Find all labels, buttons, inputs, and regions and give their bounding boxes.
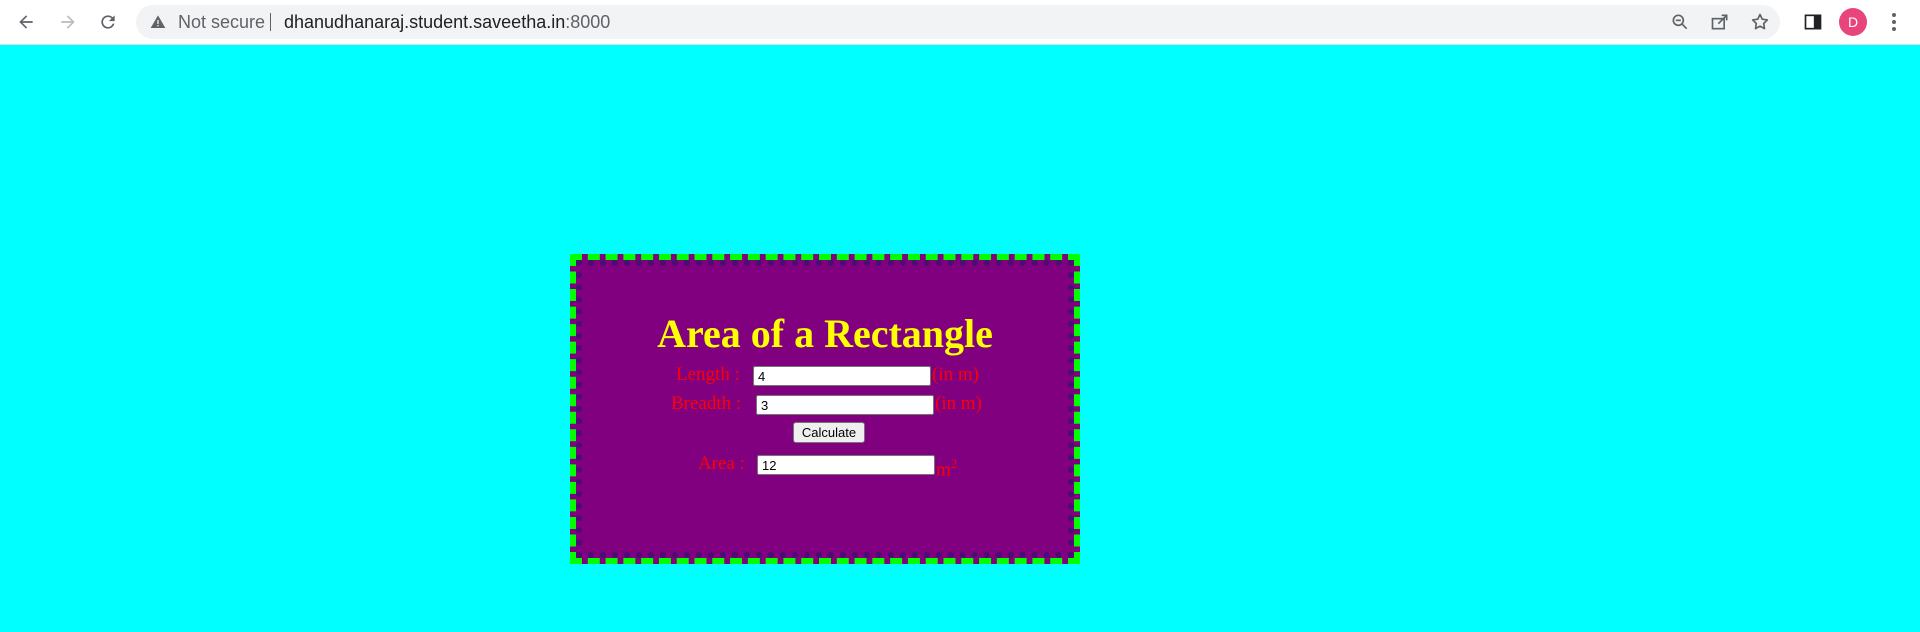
reload-button[interactable] (94, 8, 122, 36)
side-panel-icon[interactable] (1803, 12, 1823, 32)
url-port: :8000 (565, 12, 611, 32)
address-separator (270, 13, 271, 31)
length-input[interactable] (753, 366, 931, 386)
back-icon (19, 15, 33, 29)
area-unit: m2 (936, 453, 957, 481)
url-host: dhanudhanaraj.student.saveetha.in (284, 12, 566, 32)
security-status-label[interactable]: Not secure (178, 13, 265, 31)
breadth-label: Breadth : (671, 393, 742, 414)
warning-icon[interactable] (150, 14, 166, 30)
length-label: Length : (676, 364, 740, 385)
forward-button[interactable] (54, 8, 82, 36)
menu-kebab-icon[interactable] (1884, 10, 1904, 34)
page-title: Area of a Rectangle (657, 311, 993, 356)
browser-toolbar: Not secure dhanudhanaraj.student.saveeth… (0, 0, 1920, 45)
calculate-button[interactable]: Calculate (793, 422, 865, 443)
back-button[interactable] (12, 8, 40, 36)
area-unit-base: m (936, 459, 951, 481)
url-text[interactable]: dhanudhanaraj.student.saveetha.in:8000 (284, 13, 610, 31)
area-unit-exponent: 2 (950, 456, 958, 471)
page-body: Area of a Rectangle Length : (in m) Brea… (0, 45, 1920, 632)
area-output[interactable] (757, 455, 935, 475)
address-bar[interactable]: Not secure dhanudhanaraj.student.saveeth… (136, 5, 1780, 39)
forward-icon (61, 15, 75, 29)
breadth-input[interactable] (756, 395, 934, 415)
calculator-card: Area of a Rectangle Length : (in m) Brea… (570, 254, 1080, 564)
zoom-icon[interactable] (1670, 12, 1690, 32)
area-label: Area : (698, 453, 745, 474)
reload-icon (101, 15, 115, 29)
profile-avatar[interactable]: D (1839, 8, 1867, 36)
length-unit: (in m) (932, 364, 979, 385)
bookmark-star-icon[interactable] (1750, 12, 1770, 32)
breadth-unit: (in m) (935, 393, 982, 414)
share-icon[interactable] (1710, 12, 1730, 32)
